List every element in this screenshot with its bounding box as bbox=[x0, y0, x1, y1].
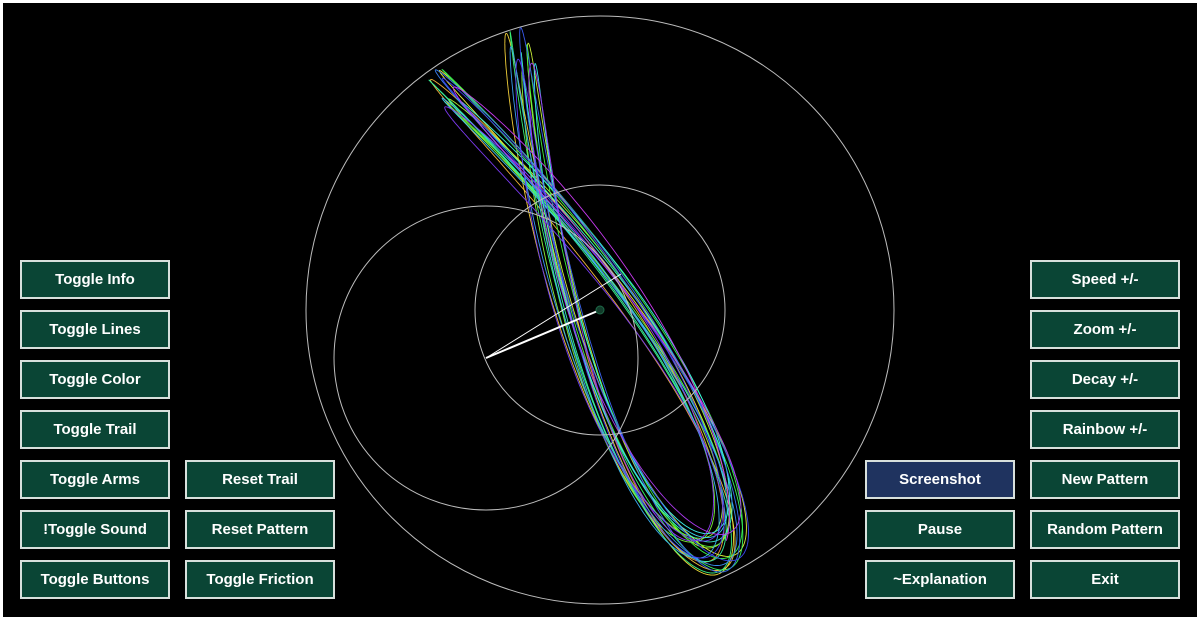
zoom-button[interactable]: Zoom +/- bbox=[1030, 310, 1180, 349]
harmonograph-canvas bbox=[3, 3, 1197, 617]
center-pivot[interactable] bbox=[595, 305, 605, 315]
toggle-sound-button[interactable]: !Toggle Sound bbox=[20, 510, 170, 549]
trail-segment bbox=[473, 125, 525, 181]
toggle-trail-button[interactable]: Toggle Trail bbox=[20, 410, 170, 449]
trail-segment bbox=[509, 31, 512, 40]
trail-segment bbox=[515, 58, 520, 69]
toggle-lines-button[interactable]: Toggle Lines bbox=[20, 310, 170, 349]
pattern-visualization bbox=[305, 15, 895, 605]
trail-segment bbox=[509, 50, 513, 83]
trail-segment bbox=[504, 32, 508, 44]
trail-segment bbox=[705, 503, 714, 535]
toggle-color-button[interactable]: Toggle Color bbox=[20, 360, 170, 399]
toggle-buttons-button[interactable]: Toggle Buttons bbox=[20, 560, 170, 599]
toggle-friction-button[interactable]: Toggle Friction bbox=[185, 560, 335, 599]
reset-trail-button[interactable]: Reset Trail bbox=[185, 460, 335, 499]
random-pattern-button[interactable]: Random Pattern bbox=[1030, 510, 1180, 549]
reset-pattern-button[interactable]: Reset Pattern bbox=[185, 510, 335, 549]
trail-segment bbox=[511, 81, 520, 142]
exit-button[interactable]: Exit bbox=[1030, 560, 1180, 599]
toggle-info-button[interactable]: Toggle Info bbox=[20, 260, 170, 299]
trail-segment bbox=[504, 43, 509, 86]
secondary-arm bbox=[485, 273, 622, 359]
rainbow-button[interactable]: Rainbow +/- bbox=[1030, 410, 1180, 449]
trail-segment bbox=[633, 287, 686, 368]
pattern-trail bbox=[428, 27, 749, 576]
trail-segment bbox=[578, 259, 633, 328]
toggle-arms-button[interactable]: Toggle Arms bbox=[20, 460, 170, 499]
decay-button[interactable]: Decay +/- bbox=[1030, 360, 1180, 399]
trail-segment bbox=[519, 27, 521, 49]
screenshot-button[interactable]: Screenshot bbox=[865, 460, 1015, 499]
new-pattern-button[interactable]: New Pattern bbox=[1030, 460, 1180, 499]
trail-segment bbox=[428, 79, 442, 92]
trail-segment bbox=[520, 27, 526, 41]
speed-button[interactable]: Speed +/- bbox=[1030, 260, 1180, 299]
explanation-button[interactable]: ~Explanation bbox=[865, 560, 1015, 599]
pause-button[interactable]: Pause bbox=[865, 510, 1015, 549]
